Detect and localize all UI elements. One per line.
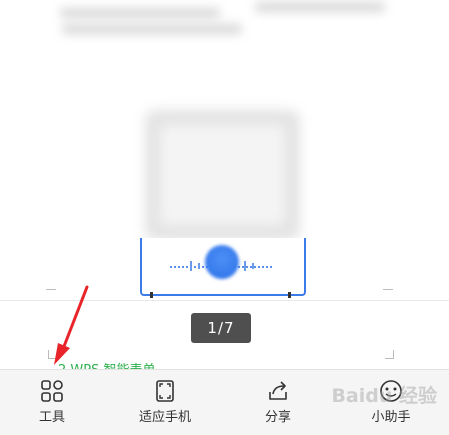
share-label: 分享: [264, 410, 291, 425]
card-stand: [288, 292, 291, 298]
fit-phone-label: 适应手机: [138, 410, 191, 425]
assistant-label: 小助手: [371, 410, 411, 425]
microphone-icon: [205, 245, 239, 279]
document-page[interactable]: [0, 0, 449, 301]
share-icon: [269, 381, 287, 400]
waveform-bar: [244, 261, 246, 271]
fit-screen-icon: [156, 380, 174, 402]
red-arrow-annotation: [54, 285, 89, 365]
assistant-button[interactable]: 小助手: [358, 370, 424, 435]
grid-apps-icon: [41, 380, 63, 402]
bottom-toolbar: 工具 适应手机 分享 小助手: [0, 369, 449, 435]
fit-phone-button[interactable]: 适应手机: [125, 370, 205, 435]
card-stand: [150, 292, 153, 298]
blurred-image-inner: [160, 125, 285, 225]
crop-mark: [383, 289, 393, 298]
crop-mark: [385, 350, 394, 359]
assistant-face-icon: [380, 380, 402, 402]
blurred-text-line: [60, 8, 220, 18]
document-viewer: 1/7 2 WPS 智能表单 工具 适应手机 分享 小助手 Baidu 经验: [0, 0, 449, 435]
share-button[interactable]: 分享: [248, 370, 308, 435]
blurred-text-line: [255, 2, 385, 12]
blurred-text-line: [62, 24, 242, 34]
tools-label: 工具: [38, 410, 65, 425]
page-indicator: 1/7: [191, 313, 251, 343]
waveform-bar: [190, 261, 192, 271]
waveform-bar: [198, 263, 200, 269]
tools-button[interactable]: 工具: [20, 370, 84, 435]
waveform-bar: [252, 263, 254, 269]
